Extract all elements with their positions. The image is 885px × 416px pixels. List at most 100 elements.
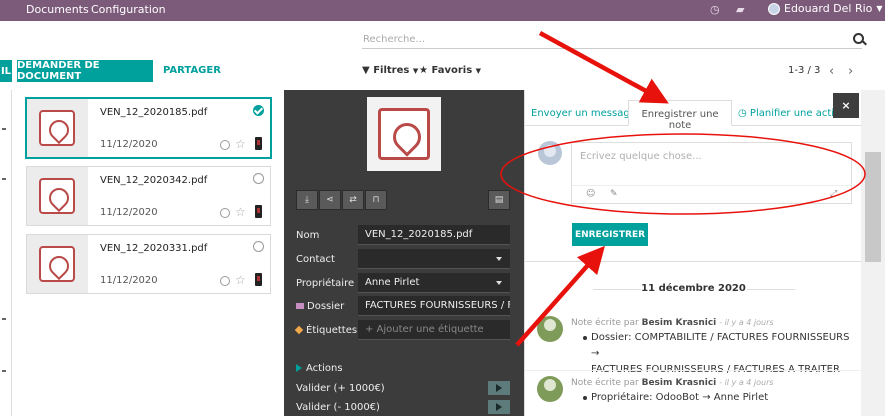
chevron-right-icon[interactable]: › xyxy=(848,64,853,79)
message-author[interactable]: Besim Krasnici xyxy=(642,378,717,388)
select-circle-icon[interactable] xyxy=(253,173,264,184)
composer[interactable]: Ecrivez quelque chose... ☺ ✎ ⤢ xyxy=(571,142,852,204)
caret-down-icon: ▼ xyxy=(412,67,419,75)
document-date: 11/12/2020 xyxy=(100,275,158,286)
menu-configuration[interactable]: Configuration xyxy=(91,3,166,16)
pdf-icon xyxy=(39,246,75,282)
filters-label: Filtres xyxy=(373,65,410,76)
message-time: - il y a 4 jours xyxy=(719,378,774,387)
replace-icon[interactable]: ⇄ xyxy=(342,190,364,210)
document-name: VEN_12_2020342.pdf xyxy=(100,175,208,186)
tags-input[interactable]: + Ajouter une étiquette xyxy=(358,320,510,340)
scrollbar[interactable] xyxy=(861,90,885,416)
tags-label: Étiquettes xyxy=(294,325,357,336)
archive-icon[interactable]: ▤ xyxy=(488,190,510,210)
play-icon[interactable] xyxy=(488,400,510,414)
caret-right-icon xyxy=(296,364,302,372)
tab-schedule-activity[interactable]: ◷ Planifier une activit xyxy=(738,108,847,119)
contact-select[interactable] xyxy=(358,249,510,269)
preview-thumbnail[interactable] xyxy=(367,97,441,171)
avatar[interactable] xyxy=(537,376,563,402)
document-date: 11/12/2020 xyxy=(100,139,158,150)
clock-icon[interactable]: ◷ xyxy=(710,3,720,16)
folder-label: Dossier xyxy=(296,301,344,312)
name-field[interactable]: VEN_12_2020185.pdf xyxy=(358,225,510,245)
menu-documents[interactable]: Documents xyxy=(26,3,89,16)
share-button[interactable]: PARTAGER xyxy=(163,65,221,76)
caret-down-icon: ▼ xyxy=(475,67,482,75)
clock-icon[interactable] xyxy=(220,276,230,286)
top-navbar: Documents Configuration ◷ ▰ Edouard Del … xyxy=(0,0,885,21)
select-circle-icon[interactable] xyxy=(253,241,264,252)
chat-icon[interactable]: ▰ xyxy=(736,3,744,16)
composer-input[interactable]: Ecrivez quelque chose... xyxy=(580,151,702,162)
divider xyxy=(747,289,795,290)
action-validate-minus: Valider (- 1000€) xyxy=(296,402,380,413)
owner-select[interactable]: Anne Pirlet xyxy=(358,273,510,293)
search-bar[interactable]: Recherche... xyxy=(362,33,864,49)
date-separator: 11 décembre 2020 xyxy=(525,283,862,295)
date-separator-label: 11 décembre 2020 xyxy=(641,283,746,294)
filter-icon: ▼ xyxy=(362,65,370,76)
upload-button[interactable]: IL xyxy=(0,60,12,82)
divider xyxy=(525,370,862,371)
message-author[interactable]: Besim Krasnici xyxy=(642,318,717,328)
owner-value: Anne Pirlet xyxy=(365,277,420,288)
caret-down-icon: ▼ xyxy=(876,4,883,13)
user-menu[interactable]: Edouard Del Rio ▼ xyxy=(768,2,883,15)
folder-select[interactable]: FACTURES FOURNISSEURS / FA xyxy=(358,296,510,316)
search-icon[interactable] xyxy=(853,33,864,44)
clock-icon[interactable] xyxy=(220,208,230,218)
avatar xyxy=(538,141,562,165)
avatar[interactable] xyxy=(537,316,563,342)
document-name: VEN_12_2020331.pdf xyxy=(100,243,208,254)
scrollbar-thumb[interactable] xyxy=(865,152,881,262)
selected-check-icon[interactable] xyxy=(253,105,264,116)
pdf-icon xyxy=(39,110,75,146)
actions-header[interactable]: Actions xyxy=(296,363,343,374)
avatar xyxy=(768,2,780,15)
lock-icon[interactable]: ⊓ xyxy=(365,190,387,210)
pager-value[interactable]: 1-3 / 3 xyxy=(788,65,820,76)
document-name: VEN_12_2020185.pdf xyxy=(100,107,208,118)
caret-down-icon xyxy=(496,281,502,285)
favorites-label: Favoris xyxy=(431,65,473,76)
search-input[interactable]: Recherche... xyxy=(363,34,425,45)
document-card[interactable]: VEN_12_2020342.pdf 11/12/2020 ☆ xyxy=(26,166,271,226)
message-body: Propriétaire: OdooBot → Anne Pirlet xyxy=(582,390,768,406)
close-button[interactable]: × xyxy=(833,93,859,118)
sidebar-marker xyxy=(2,128,6,130)
download-icon[interactable]: ⤓ xyxy=(296,190,318,210)
play-icon[interactable] xyxy=(488,381,510,395)
paperclip-icon[interactable]: ✎ xyxy=(610,189,618,199)
share-icon[interactable]: ⋖ xyxy=(319,190,341,210)
document-date: 11/12/2020 xyxy=(100,207,158,218)
document-card[interactable]: VEN_12_2020185.pdf 11/12/2020 ☆ xyxy=(26,98,271,158)
document-card[interactable]: VEN_12_2020331.pdf 11/12/2020 ☆ xyxy=(26,234,271,294)
pdf-icon xyxy=(39,178,75,214)
user-name: Edouard Del Rio xyxy=(784,2,873,15)
name-label: Nom xyxy=(296,230,320,241)
phone-icon xyxy=(255,273,262,286)
owner-label: Propriétaire xyxy=(296,278,355,289)
star-icon[interactable]: ☆ xyxy=(235,137,246,151)
request-document-button[interactable]: DEMANDER DE DOCUMENT xyxy=(17,60,153,82)
document-thumbnail xyxy=(27,167,88,225)
expand-icon[interactable]: ⤢ xyxy=(830,189,837,199)
tab-send-message[interactable]: Envoyer un message xyxy=(531,108,636,119)
contact-label: Contact xyxy=(296,254,335,265)
save-note-button[interactable]: ENREGISTRER xyxy=(572,223,648,246)
folder-icon xyxy=(296,303,304,309)
star-icon[interactable]: ☆ xyxy=(235,205,246,219)
chatter-panel: Envoyer un message Enregistrer une note … xyxy=(524,90,862,416)
folder-sidebar xyxy=(0,90,12,416)
star-icon[interactable]: ☆ xyxy=(235,273,246,287)
chevron-left-icon[interactable]: ‹ xyxy=(829,64,834,79)
clock-icon[interactable] xyxy=(220,140,230,150)
composer-toolbar: ☺ ✎ ⤢ xyxy=(572,185,851,203)
filters-dropdown[interactable]: ▼ Filtres ▼ xyxy=(362,65,418,76)
sidebar-marker xyxy=(2,178,6,180)
emoji-icon[interactable]: ☺ xyxy=(586,189,595,199)
tab-log-note[interactable]: Enregistrer une note xyxy=(628,100,732,131)
favorites-dropdown[interactable]: ★ Favoris ▼ xyxy=(419,65,481,76)
